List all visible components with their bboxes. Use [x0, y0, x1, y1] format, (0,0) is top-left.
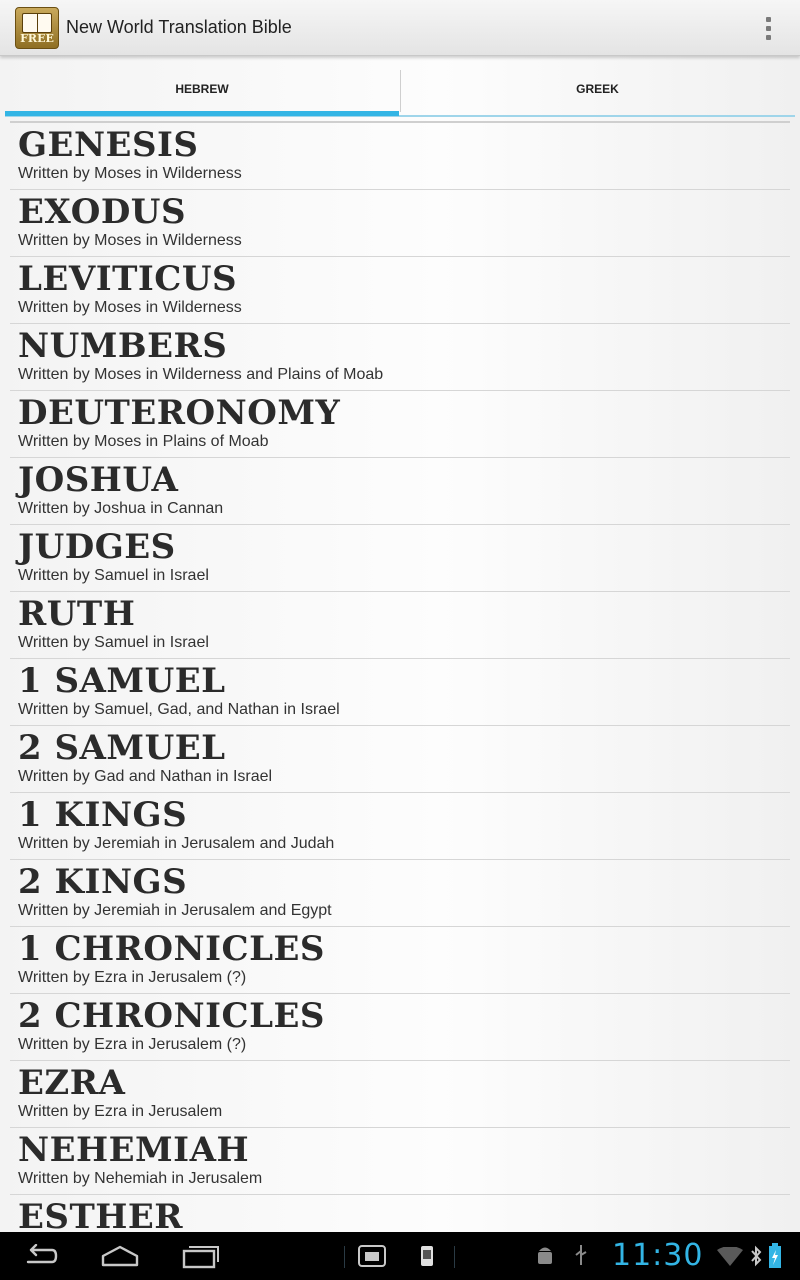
book-subtitle: Written by Ezra in Jerusalem	[18, 1103, 223, 1120]
list-item[interactable]: JUDGES Written by Samuel in Israel	[10, 525, 790, 592]
book-subtitle: Written by Joshua in Cannan	[18, 500, 224, 517]
status-clock: 11:30	[612, 1238, 704, 1273]
book-subtitle: Written by Moses in Wilderness	[18, 299, 242, 316]
nav-separator	[454, 1246, 455, 1268]
tab-greek[interactable]: GREEK	[400, 60, 795, 118]
book-name: 1 KINGS	[18, 795, 188, 835]
app-icon[interactable]: FREE	[15, 7, 59, 49]
wifi-icon	[717, 1247, 743, 1266]
list-item[interactable]: JOSHUA Written by Joshua in Cannan	[10, 458, 790, 525]
book-subtitle: Written by Moses in Wilderness and Plain…	[18, 366, 384, 383]
list-item[interactable]: ESTHER	[10, 1195, 790, 1232]
list-item[interactable]: LEVITICUS Written by Moses in Wilderness	[10, 257, 790, 324]
free-badge: FREE	[20, 32, 54, 45]
open-book-icon	[22, 13, 52, 33]
action-bar: FREE New World Translation Bible	[0, 0, 800, 56]
battery-charging-icon	[769, 1243, 781, 1268]
tab-selected-indicator	[5, 111, 399, 116]
list-item[interactable]: EXODUS Written by Moses in Wilderness	[10, 190, 790, 257]
book-name: 2 SAMUEL	[18, 728, 226, 768]
book-subtitle: Written by Samuel in Israel	[18, 634, 209, 651]
list-item[interactable]: NEHEMIAH Written by Nehemiah in Jerusalem	[10, 1128, 790, 1195]
usb-icon	[575, 1245, 587, 1265]
book-subtitle: Written by Ezra in Jerusalem (?)	[18, 1036, 247, 1053]
book-subtitle: Written by Jeremiah in Jerusalem and Egy…	[18, 902, 332, 919]
book-name: 2 CHRONICLES	[18, 996, 325, 1036]
book-subtitle: Written by Jeremiah in Jerusalem and Jud…	[18, 835, 335, 852]
app-title: New World Translation Bible	[66, 17, 292, 37]
bluetooth-icon	[751, 1245, 762, 1267]
book-name: 1 SAMUEL	[18, 661, 226, 701]
tab-hebrew[interactable]: HEBREW	[5, 60, 399, 118]
back-icon[interactable]	[22, 1244, 58, 1268]
overflow-menu-icon[interactable]	[756, 12, 780, 44]
book-subtitle: Written by Nehemiah in Jerusalem	[18, 1170, 263, 1187]
list-item[interactable]: EZRA Written by Ezra in Jerusalem	[10, 1061, 790, 1128]
book-name: NUMBERS	[18, 326, 228, 366]
book-name: RUTH	[18, 594, 136, 634]
list-item[interactable]: DEUTERONOMY Written by Moses in Plains of…	[10, 391, 790, 458]
screenshot-icon[interactable]	[357, 1244, 387, 1268]
home-icon[interactable]	[100, 1244, 140, 1268]
sd-card-icon	[421, 1246, 433, 1266]
book-subtitle: Written by Samuel, Gad, and Nathan in Is…	[18, 701, 340, 718]
list-item[interactable]: 1 CHRONICLES Written by Ezra in Jerusalem…	[10, 927, 790, 994]
list-item[interactable]: 2 CHRONICLES Written by Ezra in Jerusalem…	[10, 994, 790, 1061]
book-name: GENESIS	[18, 125, 199, 165]
list-item[interactable]: 2 SAMUEL Written by Gad and Nathan in Isr…	[10, 726, 790, 793]
book-name: EZRA	[18, 1063, 126, 1103]
list-item[interactable]: NUMBERS Written by Moses in Wilderness an…	[10, 324, 790, 391]
book-name: JUDGES	[18, 527, 176, 567]
book-name: DEUTERONOMY	[18, 393, 341, 433]
list-item[interactable]: 1 KINGS Written by Jeremiah in Jerusalem …	[10, 793, 790, 860]
list-item[interactable]: 2 KINGS Written by Jeremiah in Jerusalem …	[10, 860, 790, 927]
book-name: LEVITICUS	[18, 259, 238, 299]
book-subtitle: Written by Samuel in Israel	[18, 567, 209, 584]
book-name: JOSHUA	[18, 460, 179, 500]
book-subtitle: Written by Ezra in Jerusalem (?)	[18, 969, 247, 986]
book-name: 2 KINGS	[18, 862, 188, 902]
book-name: 1 CHRONICLES	[18, 929, 325, 969]
list-item[interactable]: GENESIS Written by Moses in Wilderness	[10, 123, 790, 190]
book-subtitle: Written by Moses in Wilderness	[18, 232, 242, 249]
book-name: ESTHER	[18, 1197, 184, 1232]
book-subtitle: Written by Gad and Nathan in Israel	[18, 768, 273, 785]
book-list[interactable]: GENESIS Written by Moses in Wilderness EX…	[10, 121, 790, 1232]
android-debug-icon	[538, 1247, 552, 1264]
book-subtitle: Written by Moses in Wilderness	[18, 165, 242, 182]
nav-separator	[344, 1246, 345, 1268]
recent-apps-icon[interactable]	[182, 1242, 220, 1270]
system-nav-bar: 11:30	[0, 1232, 800, 1280]
book-name: NEHEMIAH	[18, 1130, 250, 1170]
list-item[interactable]: 1 SAMUEL Written by Samuel, Gad, and Nath…	[10, 659, 790, 726]
list-item[interactable]: RUTH Written by Samuel in Israel	[10, 592, 790, 659]
book-subtitle: Written by Moses in Plains of Moab	[18, 433, 269, 450]
book-name: EXODUS	[18, 192, 187, 232]
